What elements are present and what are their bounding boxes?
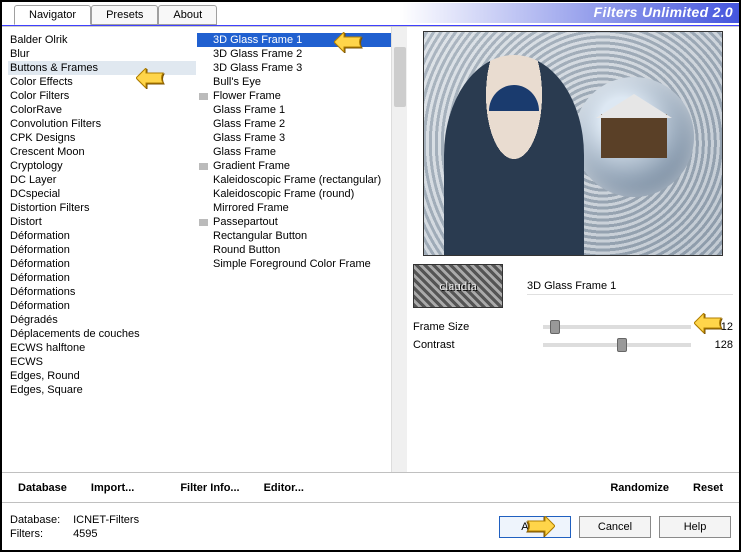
slider-thumb[interactable] (617, 338, 627, 352)
param-contrast-label: Contrast (413, 339, 533, 351)
cancel-button[interactable]: Cancel (579, 516, 651, 538)
category-item[interactable]: Déformation (8, 229, 196, 243)
filter-item[interactable]: Mirrored Frame (197, 201, 407, 215)
category-item[interactable]: ECWS halftone (8, 341, 196, 355)
filter-item[interactable]: Glass Frame 2 (197, 117, 407, 131)
filter-list-scrollbar[interactable] (391, 27, 407, 472)
category-item[interactable]: Blur (8, 47, 196, 61)
category-item[interactable]: Buttons & Frames (8, 61, 196, 75)
status-filters-label: Filters: (10, 528, 70, 540)
randomize-button[interactable]: Randomize (600, 478, 679, 498)
category-item[interactable]: Distort (8, 215, 196, 229)
filter-item[interactable]: 3D Glass Frame 2 (197, 47, 407, 61)
reset-button[interactable]: Reset (683, 478, 733, 498)
category-item[interactable]: Dégradés (8, 313, 196, 327)
preview-column: 3D Glass Frame 1 Frame Size 12 Contrast … (407, 27, 739, 472)
tab-presets-label: Presets (106, 9, 143, 21)
filter-column: 3D Glass Frame 13D Glass Frame 23D Glass… (197, 27, 407, 472)
category-item[interactable]: Déformation (8, 299, 196, 313)
filter-item[interactable]: Bull's Eye (197, 75, 407, 89)
param-frame-size-row: Frame Size 12 (413, 318, 733, 336)
status-db-value: ICNET-Filters (73, 514, 139, 526)
tab-bar: Navigator Presets About Filters Unlimite… (2, 2, 739, 26)
category-item[interactable]: Déformations (8, 285, 196, 299)
category-item[interactable]: Déformation (8, 243, 196, 257)
category-item[interactable]: Distortion Filters (8, 201, 196, 215)
param-frame-size-label: Frame Size (413, 321, 533, 333)
help-button[interactable]: Help (659, 516, 731, 538)
filter-item[interactable]: Glass Frame (197, 145, 407, 159)
category-item[interactable]: Crescent Moon (8, 145, 196, 159)
status-filters-value: 4595 (73, 528, 97, 540)
category-item[interactable]: Déplacements de couches (8, 327, 196, 341)
slider-thumb[interactable] (550, 320, 560, 334)
category-item[interactable]: Edges, Square (8, 383, 196, 397)
category-list[interactable]: Balder OlrikBlurButtons & FramesColor Ef… (2, 27, 196, 472)
param-contrast-value: 128 (701, 339, 733, 351)
status-db-label: Database: (10, 514, 70, 526)
tab-navigator[interactable]: Navigator (14, 5, 91, 25)
current-filter-name: 3D Glass Frame 1 (527, 278, 733, 295)
filter-item[interactable]: Gradient Frame (197, 159, 407, 173)
tabs: Navigator Presets About (2, 2, 217, 25)
filter-item[interactable]: Glass Frame 1 (197, 103, 407, 117)
preview-image (423, 31, 723, 256)
filter-item[interactable]: 3D Glass Frame 1 (197, 33, 407, 47)
param-contrast-slider[interactable] (543, 343, 691, 347)
parameters: Frame Size 12 Contrast 128 (413, 318, 733, 354)
filter-item[interactable]: Simple Foreground Color Frame (197, 257, 407, 271)
filter-list[interactable]: 3D Glass Frame 13D Glass Frame 23D Glass… (197, 27, 407, 472)
filter-item[interactable]: 3D Glass Frame 3 (197, 61, 407, 75)
category-item[interactable]: DCspecial (8, 187, 196, 201)
app-title: Filters Unlimited 2.0 (594, 4, 733, 20)
editor-button[interactable]: Editor... (254, 478, 314, 498)
filter-item[interactable]: Rectangular Button (197, 229, 407, 243)
brand-logo (413, 264, 503, 308)
category-item[interactable]: Déformation (8, 257, 196, 271)
category-item[interactable]: Color Effects (8, 75, 196, 89)
content: Balder OlrikBlurButtons & FramesColor Ef… (2, 26, 739, 472)
filter-item[interactable]: Kaleidoscopic Frame (round) (197, 187, 407, 201)
category-item[interactable]: Color Filters (8, 89, 196, 103)
category-item[interactable]: CPK Designs (8, 131, 196, 145)
filter-item[interactable]: Kaleidoscopic Frame (rectangular) (197, 173, 407, 187)
param-frame-size-value: 12 (701, 321, 733, 333)
dialog-buttons: Apply Cancel Help (491, 516, 731, 538)
category-item[interactable]: Edges, Round (8, 369, 196, 383)
tab-navigator-label: Navigator (29, 9, 76, 21)
category-item[interactable]: Déformation (8, 271, 196, 285)
filter-item[interactable]: Glass Frame 3 (197, 131, 407, 145)
category-item[interactable]: Balder Olrik (8, 33, 196, 47)
title-bar: Filters Unlimited 2.0 (217, 3, 739, 23)
scrollbar-thumb[interactable] (394, 47, 406, 107)
category-column: Balder OlrikBlurButtons & FramesColor Ef… (2, 27, 197, 472)
database-button[interactable]: Database (8, 478, 77, 498)
param-contrast-row: Contrast 128 (413, 336, 733, 354)
category-item[interactable]: Cryptology (8, 159, 196, 173)
status-info: Database: ICNET-Filters Filters: 4595 (10, 514, 139, 540)
category-item[interactable]: ECWS (8, 355, 196, 369)
param-frame-size-slider[interactable] (543, 325, 691, 329)
bottom-toolbar: Database Import... Filter Info... Editor… (2, 472, 739, 502)
tab-presets[interactable]: Presets (91, 5, 158, 25)
category-item[interactable]: ColorRave (8, 103, 196, 117)
status-bar: Database: ICNET-Filters Filters: 4595 Ap… (2, 502, 739, 550)
tab-about[interactable]: About (158, 5, 217, 25)
tab-about-label: About (173, 9, 202, 21)
import-button[interactable]: Import... (81, 478, 144, 498)
filter-name-band: 3D Glass Frame 1 (413, 264, 733, 308)
filter-info-button[interactable]: Filter Info... (170, 478, 249, 498)
filter-item[interactable]: Flower Frame (197, 89, 407, 103)
category-item[interactable]: Convolution Filters (8, 117, 196, 131)
filter-item[interactable]: Round Button (197, 243, 407, 257)
category-item[interactable]: DC Layer (8, 173, 196, 187)
filter-item[interactable]: Passepartout (197, 215, 407, 229)
apply-button[interactable]: Apply (499, 516, 571, 538)
